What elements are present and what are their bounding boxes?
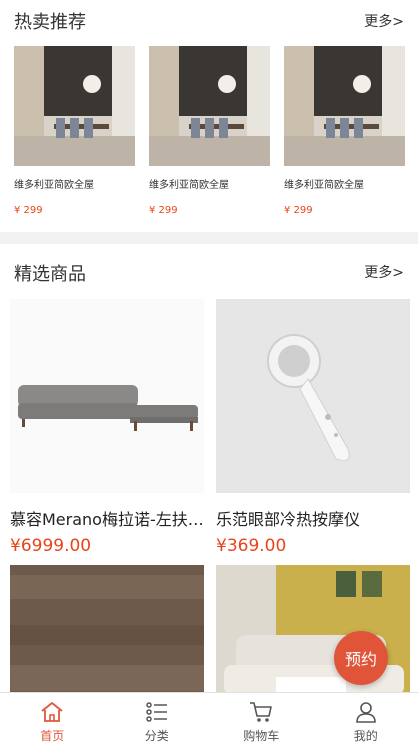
bottom-tab-bar: 首页 分类 购物车 我的 xyxy=(0,692,418,748)
hot-item[interactable]: 维多利亚简欧全屋 ¥ 299 xyxy=(149,46,270,216)
tab-home-label: 首页 xyxy=(40,729,65,743)
hot-item[interactable]: 维多利亚简欧全屋 ¥ 299 xyxy=(14,46,135,216)
hot-section: 热卖推荐 更多> 维多利亚简欧全屋 ¥ 299 维多利亚简欧全屋 ¥ 299 维… xyxy=(0,0,418,232)
tab-category-label: 分类 xyxy=(144,729,169,743)
tab-profile[interactable]: 我的 xyxy=(314,693,418,748)
hot-item-name: 维多利亚简欧全屋 xyxy=(149,180,229,191)
hot-header: 热卖推荐 更多> xyxy=(0,0,418,40)
hot-item-name: 维多利亚简欧全屋 xyxy=(14,180,94,191)
hot-item-image xyxy=(149,46,270,166)
hot-title: 热卖推荐 xyxy=(14,12,86,33)
hot-item-price: ¥ 299 xyxy=(14,205,43,216)
page: 热卖推荐 更多> 维多利亚简欧全屋 ¥ 299 维多利亚简欧全屋 ¥ 299 维… xyxy=(0,0,418,748)
featured-more-link[interactable]: 更多> xyxy=(364,262,404,282)
featured-header: 精选商品 更多> xyxy=(0,244,418,298)
product-card[interactable]: 乐范眼部冷热按摩仪 ¥369.00 xyxy=(216,299,410,556)
product-name: 乐范眼部冷热按摩仪 xyxy=(216,510,361,529)
hot-item-price: ¥ 299 xyxy=(284,205,313,216)
product-image xyxy=(10,299,204,493)
tab-cart-label: 购物车 xyxy=(243,729,280,743)
tab-cart[interactable]: 购物车 xyxy=(209,693,314,748)
category-icon xyxy=(146,702,167,722)
hot-list: 维多利亚简欧全屋 ¥ 299 维多利亚简欧全屋 ¥ 299 维多利亚简欧全屋 ¥… xyxy=(14,46,405,216)
user-icon xyxy=(355,702,376,723)
product-price: ¥6999.00 xyxy=(10,536,92,556)
product-price: ¥369.00 xyxy=(216,536,287,556)
hot-item[interactable]: 维多利亚简欧全屋 ¥ 299 xyxy=(284,46,405,216)
hot-item-name: 维多利亚简欧全屋 xyxy=(284,180,364,191)
hot-item-price: ¥ 299 xyxy=(149,205,178,216)
cart-icon xyxy=(250,702,273,722)
reserve-button[interactable]: 预约 xyxy=(334,631,388,685)
tab-category[interactable]: 分类 xyxy=(105,693,210,748)
tab-home[interactable]: 首页 xyxy=(0,693,105,748)
featured-title: 精选商品 xyxy=(14,264,86,285)
tab-profile-label: 我的 xyxy=(353,729,378,743)
home-icon xyxy=(41,702,63,722)
product-name: 慕容Merano梅拉诺-左扶手沙发 xyxy=(10,510,204,529)
product-image xyxy=(216,299,410,493)
hot-item-image xyxy=(14,46,135,166)
hot-more-link[interactable]: 更多> xyxy=(364,11,404,31)
hot-item-image xyxy=(284,46,405,166)
product-card[interactable]: 慕容Merano梅拉诺-左扶手沙发 ¥6999.00 xyxy=(10,299,204,556)
